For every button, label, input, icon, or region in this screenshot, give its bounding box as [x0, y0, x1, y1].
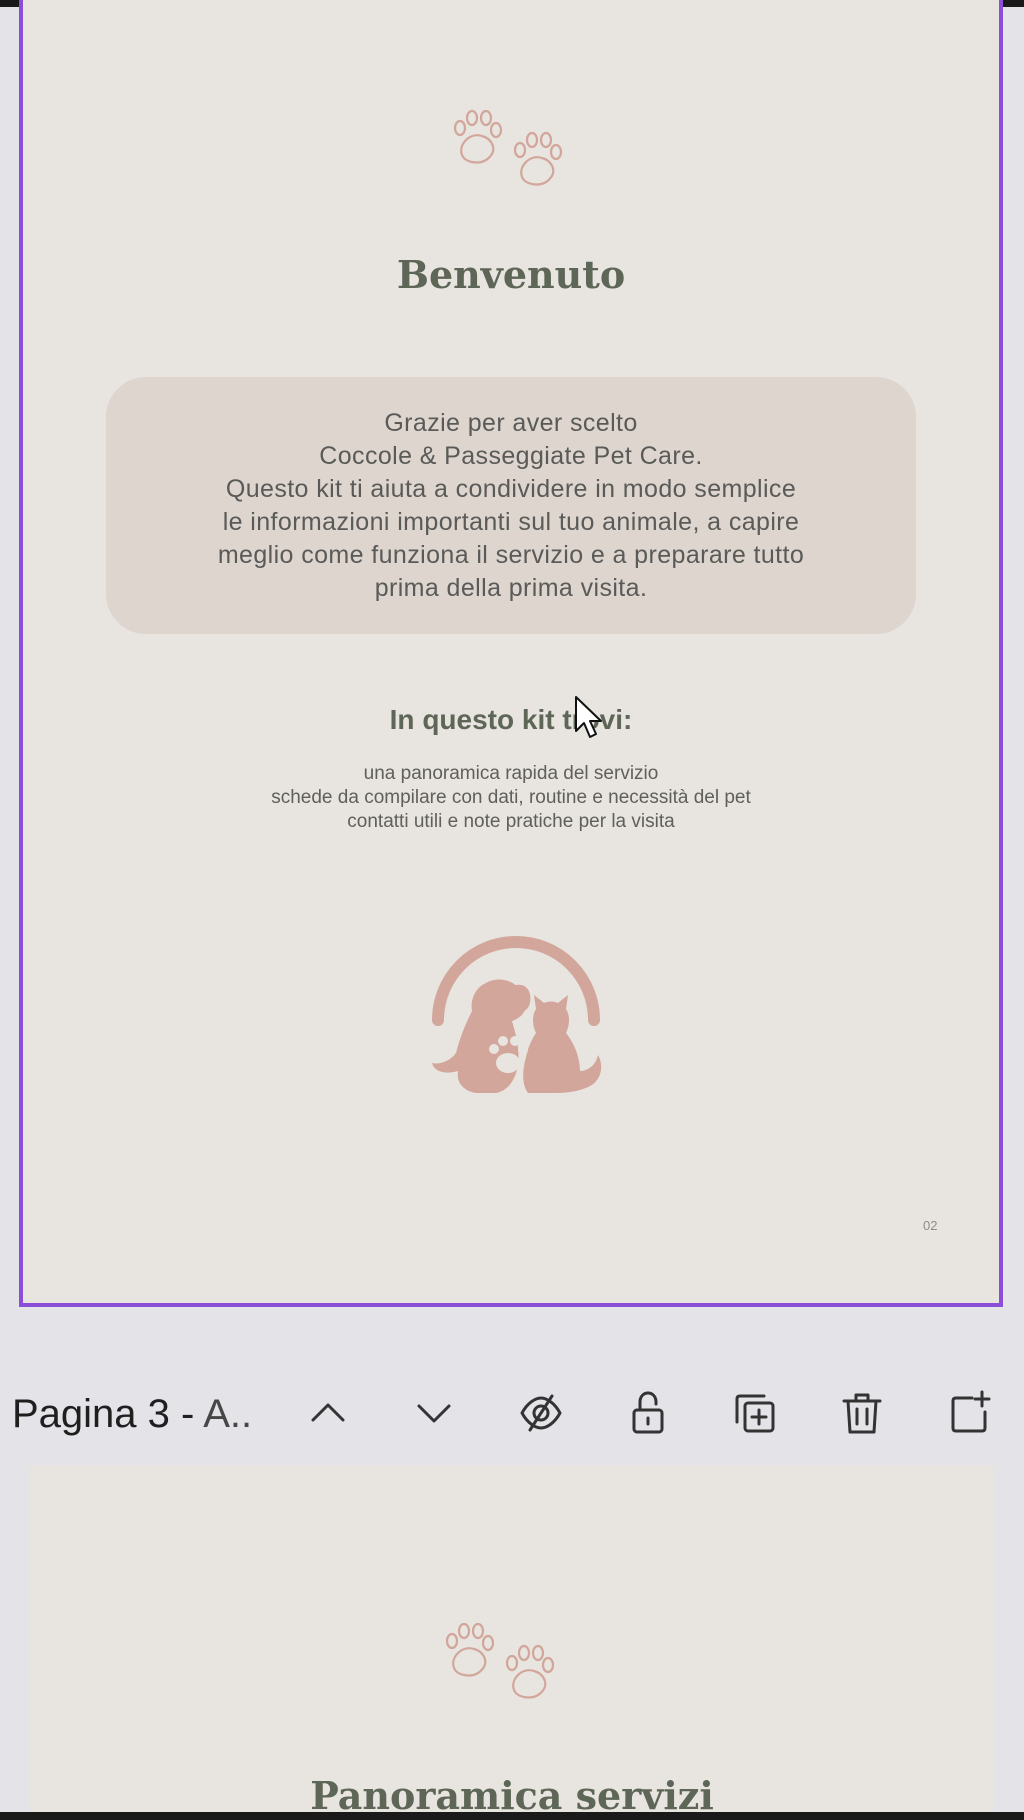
- page-toolbar: Pagina 3 - A..: [0, 1380, 1024, 1448]
- intro-line: Coccole & Passeggiate Pet Care.: [319, 441, 703, 470]
- page-label-sub: A..: [203, 1392, 253, 1436]
- page-3-canvas[interactable]: Panoramica servizi: [30, 1465, 994, 1812]
- intro-box[interactable]: Grazie per aver scelto Coccole & Passegg…: [106, 377, 916, 634]
- mouse-cursor-icon: [575, 696, 602, 738]
- duplicate-icon: [735, 1394, 775, 1433]
- kit-list[interactable]: una panoramica rapida del servizio sched…: [23, 762, 999, 834]
- chevron-down-icon: [417, 1404, 451, 1423]
- hide-page-button[interactable]: [512, 1384, 570, 1442]
- duplicate-page-button[interactable]: [726, 1384, 784, 1442]
- intro-line: meglio come funziona il servizio e a pre…: [217, 540, 805, 569]
- chevron-up-icon: [311, 1403, 345, 1422]
- add-page-icon: [951, 1390, 991, 1433]
- move-page-down-button[interactable]: [405, 1384, 463, 1442]
- eye-off-icon: [520, 1394, 562, 1432]
- lock-page-button[interactable]: [619, 1384, 677, 1442]
- dog-cat-logo-icon[interactable]: [416, 925, 616, 1095]
- page-label-main: Pagina 3 -: [12, 1392, 204, 1436]
- list-item: contatti utili e note pratiche per la vi…: [347, 811, 675, 832]
- lock-open-icon: [632, 1391, 664, 1434]
- add-page-button[interactable]: [940, 1384, 998, 1442]
- page-3-title[interactable]: Panoramica servizi: [30, 1773, 994, 1812]
- page-title[interactable]: Benvenuto: [23, 252, 999, 297]
- list-item: una panoramica rapida del servizio: [363, 763, 659, 784]
- move-page-up-button[interactable]: [299, 1384, 357, 1442]
- kit-heading[interactable]: In questo kit trovi:: [23, 704, 999, 736]
- page-number: 02: [923, 1218, 938, 1233]
- trash-icon: [842, 1393, 882, 1434]
- intro-text[interactable]: Grazie per aver scelto Coccole & Passegg…: [218, 407, 804, 605]
- intro-line: Grazie per aver scelto: [384, 408, 638, 437]
- page-label[interactable]: Pagina 3 - A..: [12, 1392, 252, 1437]
- intro-line: Questo kit ti aiuta a condividere in mod…: [225, 474, 797, 503]
- intro-line: le informazioni importanti sul tuo anima…: [222, 507, 800, 536]
- bottom-edge: [0, 1812, 1024, 1820]
- paw-prints-icon: [453, 109, 563, 186]
- list-item: schede da compilare con dati, routine e …: [271, 787, 751, 808]
- delete-page-button[interactable]: [833, 1384, 891, 1442]
- paw-prints-icon: [445, 1622, 555, 1699]
- intro-line: prima della prima visita.: [374, 573, 648, 602]
- page-2-canvas[interactable]: Benvenuto Grazie per aver scelto Coccole…: [19, 0, 1003, 1307]
